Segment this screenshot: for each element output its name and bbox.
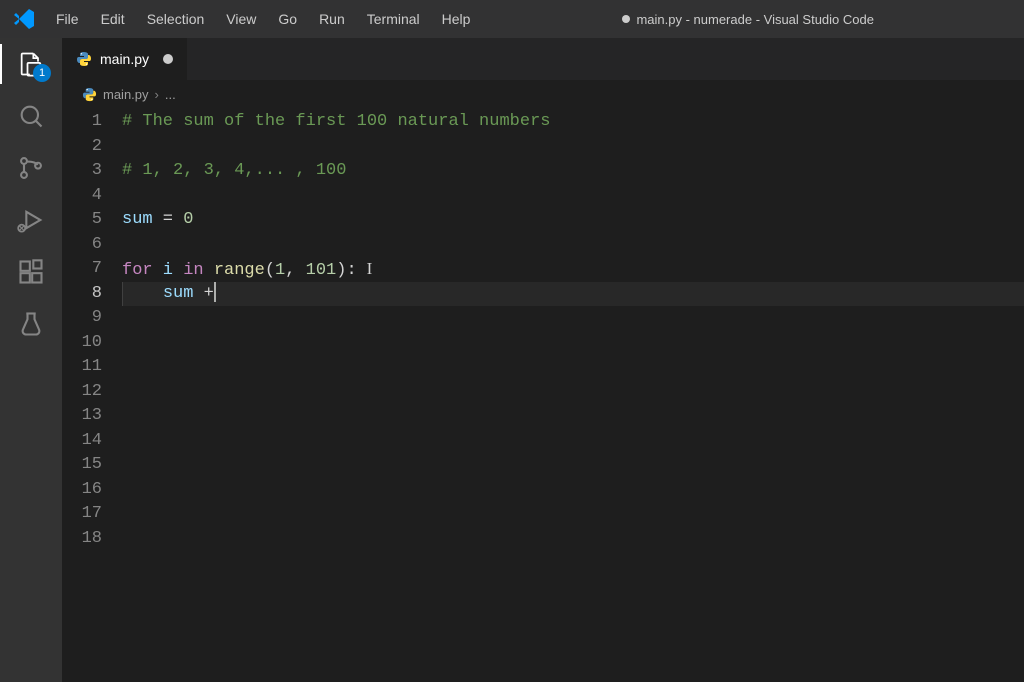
code-line[interactable]: # 1, 2, 3, 4,... , 100: [122, 159, 1024, 184]
line-number: 10: [62, 331, 102, 356]
title-bar: File Edit Selection View Go Run Terminal…: [0, 0, 1024, 38]
menu-bar: File Edit Selection View Go Run Terminal…: [46, 7, 480, 31]
vscode-logo-icon: [12, 7, 36, 31]
line-number: 8: [62, 282, 102, 307]
breadcrumb-separator: ›: [155, 87, 159, 102]
line-number: 18: [62, 527, 102, 552]
code-line[interactable]: [122, 478, 1024, 503]
code-line[interactable]: [122, 453, 1024, 478]
breadcrumbs[interactable]: main.py › ...: [62, 80, 1024, 108]
tab-main-py[interactable]: main.py: [62, 38, 188, 80]
code-line[interactable]: [122, 306, 1024, 331]
code-line[interactable]: # The sum of the first 100 natural numbe…: [122, 110, 1024, 135]
source-control-icon[interactable]: [15, 152, 47, 184]
code-line[interactable]: [122, 502, 1024, 527]
explorer-badge: 1: [33, 64, 51, 82]
line-number: 5: [62, 208, 102, 233]
line-number: 6: [62, 233, 102, 258]
indent-guide: [122, 282, 123, 307]
line-number: 2: [62, 135, 102, 160]
code-line[interactable]: [122, 331, 1024, 356]
line-number: 4: [62, 184, 102, 209]
code-line[interactable]: [122, 380, 1024, 405]
menu-terminal[interactable]: Terminal: [357, 7, 430, 31]
menu-run[interactable]: Run: [309, 7, 355, 31]
line-number: 16: [62, 478, 102, 503]
menu-help[interactable]: Help: [432, 7, 481, 31]
tabs-container: main.py: [62, 38, 1024, 80]
window-title: main.py - numerade - Visual Studio Code: [480, 12, 1016, 27]
editor-cursor: [214, 282, 216, 302]
line-number: 13: [62, 404, 102, 429]
code-content[interactable]: # The sum of the first 100 natural numbe…: [122, 110, 1024, 682]
line-number: 17: [62, 502, 102, 527]
line-number: 3: [62, 159, 102, 184]
code-line[interactable]: [122, 233, 1024, 258]
window-title-text: main.py - numerade - Visual Studio Code: [636, 12, 874, 27]
tab-filename: main.py: [100, 51, 149, 67]
python-file-icon: [76, 51, 92, 67]
activity-bar: 1: [0, 38, 62, 682]
menu-file[interactable]: File: [46, 7, 89, 31]
code-line[interactable]: [122, 527, 1024, 552]
line-number: 1: [62, 110, 102, 135]
code-line[interactable]: [122, 429, 1024, 454]
editor-area: main.py main.py › ... 1 2: [62, 38, 1024, 682]
python-file-icon: [82, 87, 97, 102]
explorer-icon[interactable]: 1: [15, 48, 47, 80]
code-line[interactable]: [122, 184, 1024, 209]
breadcrumb-more: ...: [165, 87, 176, 102]
line-number: 12: [62, 380, 102, 405]
menu-view[interactable]: View: [216, 7, 266, 31]
main-container: 1: [0, 38, 1024, 682]
code-line[interactable]: [122, 355, 1024, 380]
code-editor[interactable]: 1 2 3 4 5 6 7 8 9 10 11 12 13 14 15 16 1…: [62, 108, 1024, 682]
line-number: 7: [62, 257, 102, 282]
line-gutter: 1 2 3 4 5 6 7 8 9 10 11 12 13 14 15 16 1…: [62, 110, 122, 682]
code-line[interactable]: [122, 135, 1024, 160]
code-line[interactable]: [122, 404, 1024, 429]
line-number: 11: [62, 355, 102, 380]
line-number: 14: [62, 429, 102, 454]
tab-modified-icon: [163, 54, 173, 64]
testing-icon[interactable]: [15, 308, 47, 340]
code-line[interactable]: for i in range(1, 101):I: [122, 257, 1024, 282]
menu-edit[interactable]: Edit: [91, 7, 135, 31]
line-number: 9: [62, 306, 102, 331]
line-number: 15: [62, 453, 102, 478]
search-icon[interactable]: [15, 100, 47, 132]
text-cursor-icon: I: [367, 257, 373, 282]
code-line[interactable]: sum +: [122, 282, 1024, 307]
run-debug-icon[interactable]: [15, 204, 47, 236]
extensions-icon[interactable]: [15, 256, 47, 288]
menu-selection[interactable]: Selection: [137, 7, 215, 31]
modified-indicator-icon: [622, 15, 630, 23]
breadcrumb-file: main.py: [103, 87, 149, 102]
code-line[interactable]: sum = 0: [122, 208, 1024, 233]
menu-go[interactable]: Go: [268, 7, 307, 31]
